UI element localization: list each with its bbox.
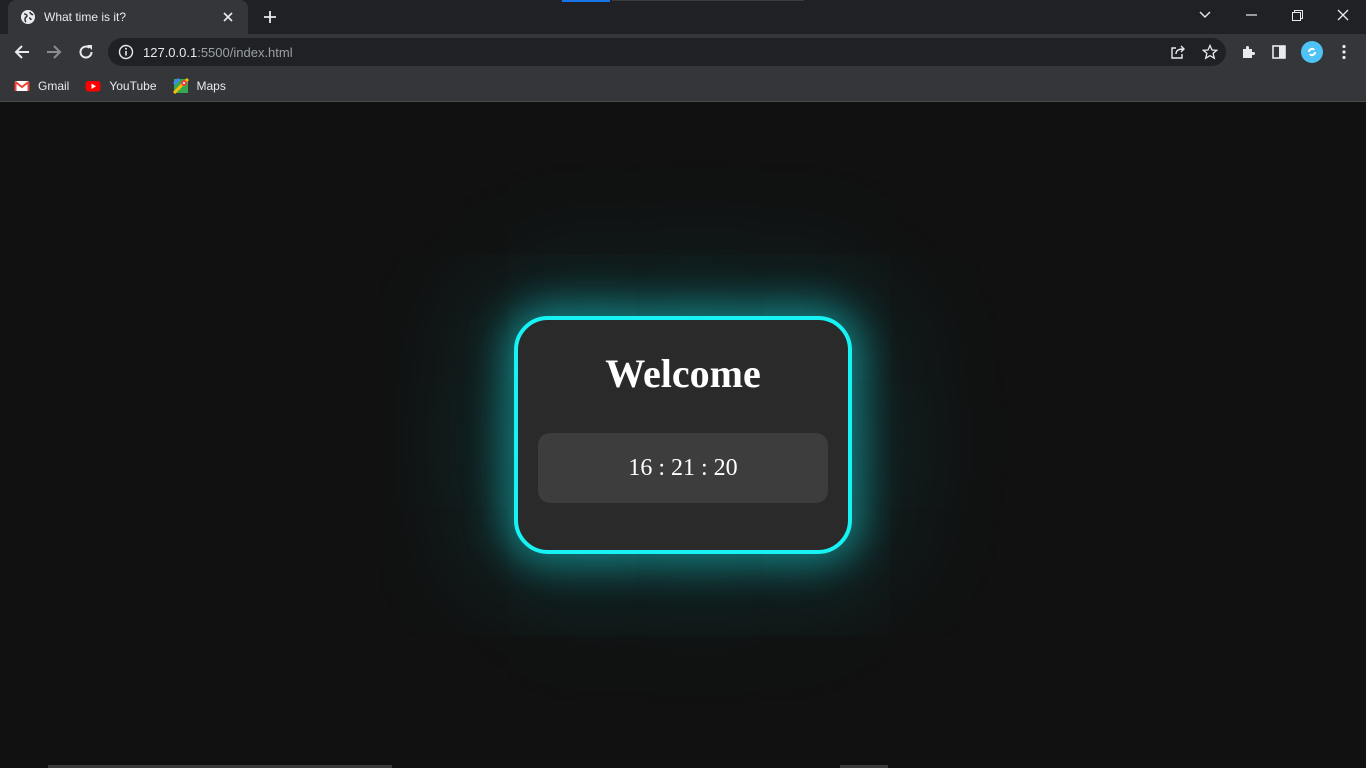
close-tab-icon[interactable]: [218, 7, 238, 27]
forward-button[interactable]: [40, 38, 68, 66]
bookmarks-bar: Gmail YouTube Maps: [0, 70, 1366, 102]
close-window-button[interactable]: [1320, 0, 1366, 30]
minimize-button[interactable]: [1228, 0, 1274, 30]
globe-icon: [20, 9, 36, 25]
reload-button[interactable]: [72, 38, 100, 66]
bookmark-label: YouTube: [109, 78, 157, 93]
gmail-icon: [14, 78, 30, 94]
tab-accent-bar: [562, 0, 610, 2]
bookmark-label: Gmail: [38, 78, 70, 93]
address-bar[interactable]: 127.0.0.1:5500/index.html: [108, 38, 1226, 66]
url-text[interactable]: 127.0.0.1:5500/index.html: [143, 45, 1162, 60]
restore-button[interactable]: [1274, 0, 1320, 30]
page-viewport: Welcome 16 : 21 : 20: [0, 103, 1366, 768]
maps-icon: [172, 77, 189, 94]
tab-active[interactable]: What time is it?: [8, 0, 248, 34]
tab-search-button[interactable]: [1182, 0, 1228, 30]
new-tab-button[interactable]: [258, 5, 282, 29]
profile-icon: [1301, 41, 1323, 63]
url-host: 127.0.0.1: [143, 44, 198, 60]
menu-kebab-icon[interactable]: [1330, 38, 1358, 66]
url-path: :5500/index.html: [197, 44, 293, 60]
tab-divider: [612, 0, 804, 1]
youtube-icon: [85, 78, 101, 94]
clock-card: Welcome 16 : 21 : 20: [514, 316, 852, 554]
clock-display: 16 : 21 : 20: [538, 433, 828, 503]
share-icon[interactable]: [1162, 38, 1194, 66]
clock-time: 16 : 21 : 20: [628, 454, 738, 481]
side-panel-icon[interactable]: [1265, 38, 1293, 66]
back-button[interactable]: [8, 38, 36, 66]
bookmark-star-icon[interactable]: [1194, 38, 1226, 66]
bookmark-maps[interactable]: Maps: [172, 77, 226, 94]
bookmark-youtube[interactable]: YouTube: [85, 78, 157, 94]
browser-toolbar: 127.0.0.1:5500/index.html: [0, 34, 1366, 70]
profile-avatar[interactable]: [1298, 38, 1326, 66]
tab-title: What time is it?: [44, 10, 127, 24]
info-icon[interactable]: [118, 44, 134, 60]
bookmark-label: Maps: [196, 78, 226, 93]
tab-strip: What time is it?: [0, 0, 1366, 34]
bookmark-gmail[interactable]: Gmail: [14, 78, 69, 94]
welcome-heading: Welcome: [605, 351, 761, 396]
extensions-puzzle-icon[interactable]: [1234, 38, 1262, 66]
